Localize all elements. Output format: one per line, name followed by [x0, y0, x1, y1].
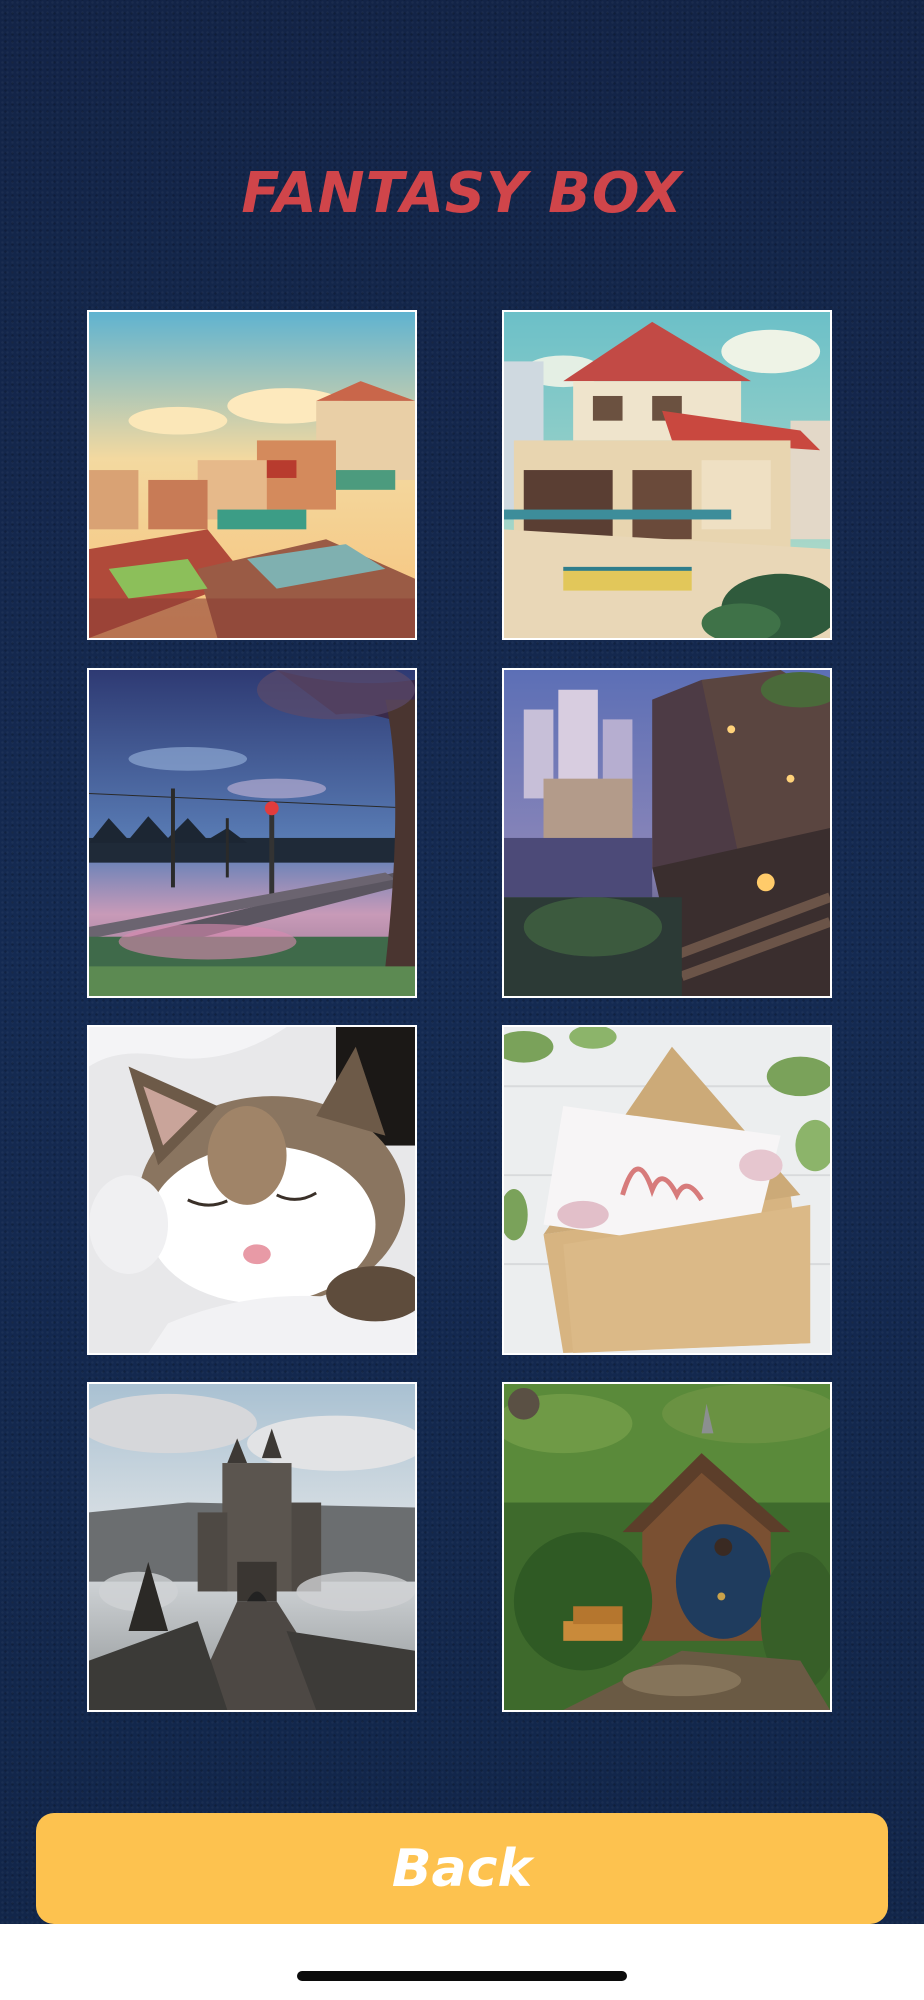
image-tile-7[interactable] [87, 1382, 417, 1712]
image-tile-4[interactable] [502, 668, 832, 998]
back-button[interactable]: Back [36, 1813, 888, 1924]
page-title: FANTASY BOX [241, 161, 683, 226]
image-tile-5[interactable] [87, 1025, 417, 1355]
fantasy-box-screen: FANTASY BOX Back [0, 0, 924, 1924]
love-envelope-image [504, 1027, 830, 1353]
sleeping-cat-image [89, 1027, 415, 1353]
image-tile-3[interactable] [87, 668, 417, 998]
corner-shop-house-image [504, 312, 830, 638]
rooftops-town-image [89, 312, 415, 638]
fantasy-city-image [504, 670, 830, 996]
home-indicator[interactable] [297, 1971, 627, 1981]
image-tile-8[interactable] [502, 1382, 832, 1712]
image-tile-2[interactable] [502, 310, 832, 640]
railway-crossing-image [89, 670, 415, 996]
image-tile-6[interactable] [502, 1025, 832, 1355]
misty-castle-image [89, 1384, 415, 1710]
image-tile-1[interactable] [87, 310, 417, 640]
hobbit-house-image [504, 1384, 830, 1710]
